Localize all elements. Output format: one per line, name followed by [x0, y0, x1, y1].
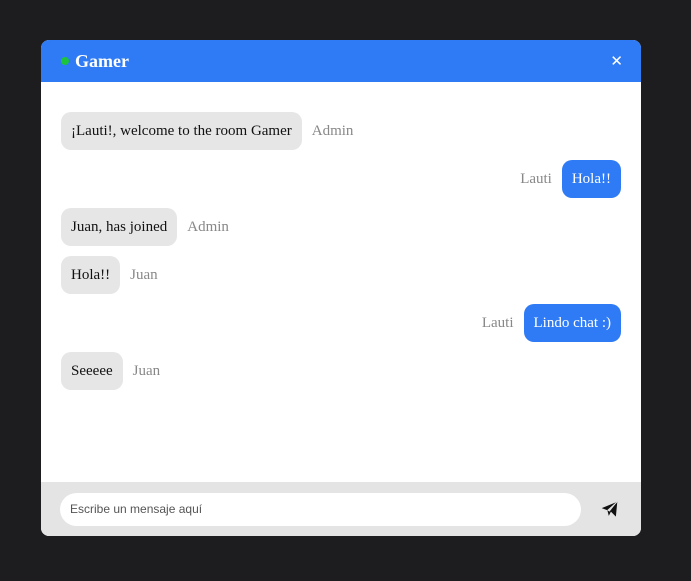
message-row: Lauti Lindo chat :): [61, 304, 621, 342]
send-icon[interactable]: [599, 499, 619, 519]
room-title: Gamer: [75, 50, 129, 71]
message-list[interactable]: ¡Lauti!, welcome to the room Gamer Admin…: [41, 82, 641, 482]
message-row: ¡Lauti!, welcome to the room Gamer Admin: [61, 112, 621, 150]
message-sender: Admin: [311, 122, 354, 139]
message-bubble: Seeeee: [61, 352, 123, 390]
message-sender: Juan: [132, 362, 161, 379]
message-input[interactable]: [60, 492, 581, 526]
chat-window: Gamer ✕ ¡Lauti!, welcome to the room Gam…: [41, 40, 641, 536]
message-row: Lauti Hola!!: [61, 160, 621, 198]
message-row: Juan, has joined Admin: [61, 208, 621, 246]
header-title-group: Gamer: [61, 51, 129, 72]
message-bubble: ¡Lauti!, welcome to the room Gamer: [61, 112, 302, 150]
message-bubble: Hola!!: [561, 160, 621, 198]
message-row: Seeeee Juan: [61, 352, 621, 390]
message-sender: Admin: [187, 218, 229, 235]
online-status-icon: [61, 57, 69, 65]
message-bubble: Juan, has joined: [61, 208, 178, 246]
message-sender: Lauti: [520, 170, 552, 187]
chat-header: Gamer ✕: [41, 40, 641, 82]
close-icon[interactable]: ✕: [610, 53, 623, 69]
message-bubble: Hola!!: [61, 256, 121, 294]
message-sender: Lauti: [481, 314, 514, 331]
message-bubble: Lindo chat :): [523, 304, 621, 342]
message-sender: Juan: [130, 266, 158, 283]
message-composer: [41, 482, 641, 536]
message-row: Hola!! Juan: [61, 256, 621, 294]
